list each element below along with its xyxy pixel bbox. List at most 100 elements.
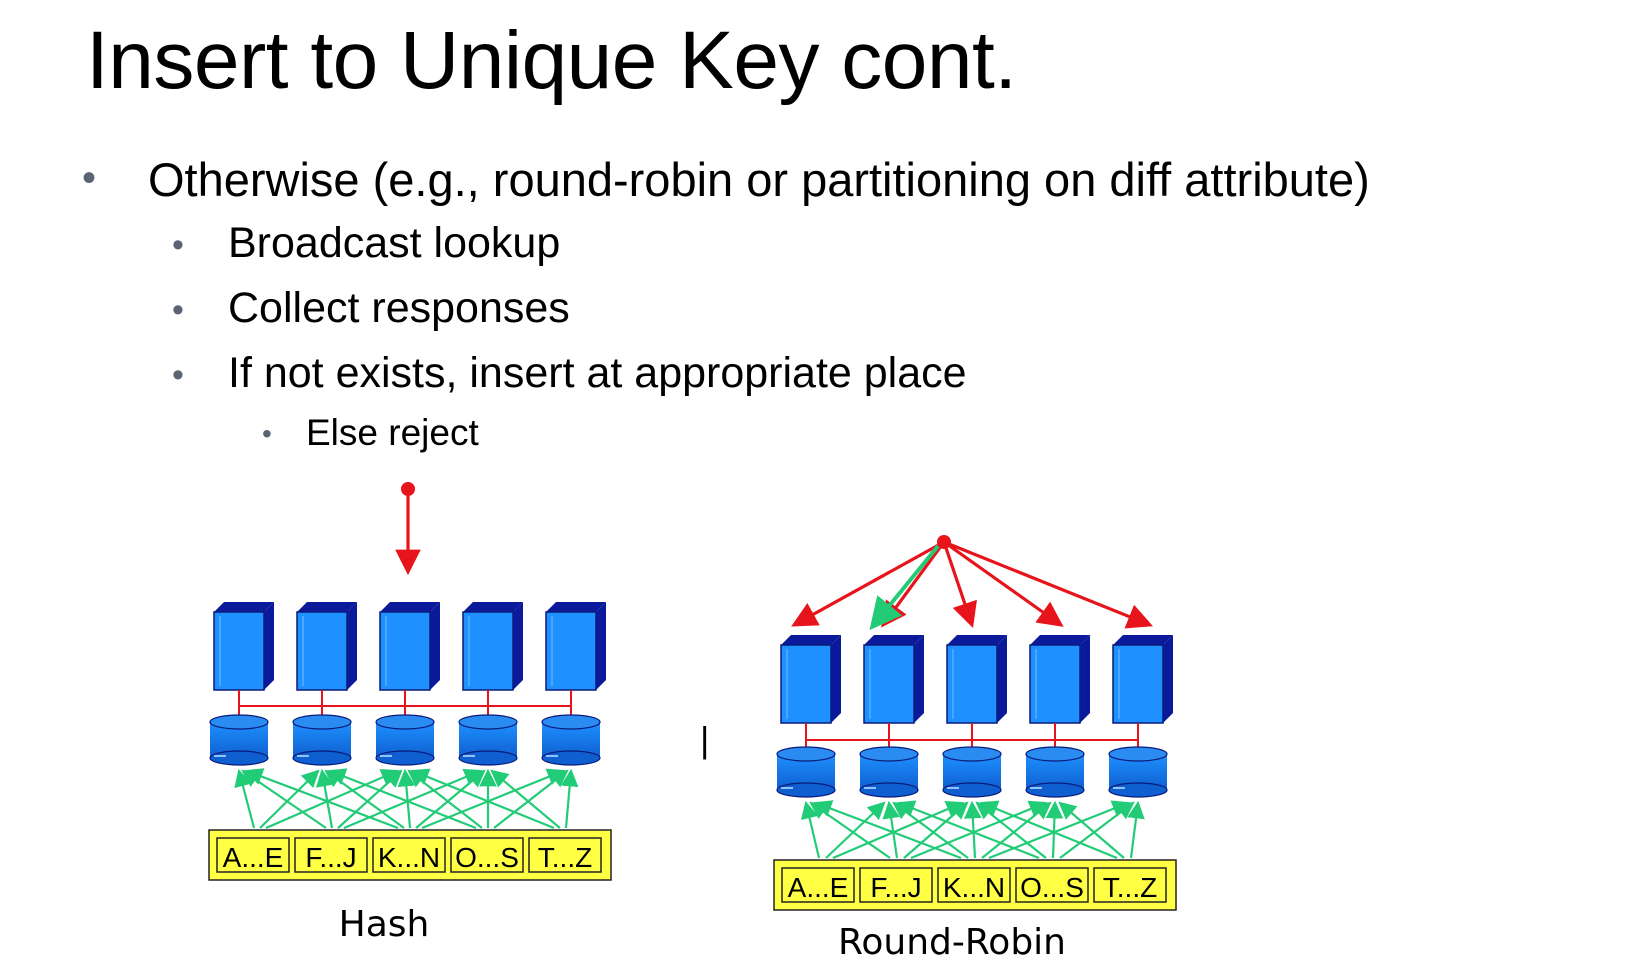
disk-top bbox=[209, 714, 269, 730]
broadcast-arrow bbox=[791, 540, 945, 627]
disk-bottom bbox=[776, 782, 836, 798]
broadcast-arrow bbox=[881, 541, 946, 628]
data-arrow bbox=[1127, 800, 1145, 859]
server-side bbox=[997, 635, 1007, 723]
broadcast-arrow bbox=[942, 541, 977, 629]
separator-mark: | bbox=[700, 719, 709, 760]
disk-top bbox=[458, 714, 518, 730]
disk-bottom bbox=[859, 782, 919, 798]
server-top bbox=[781, 635, 841, 645]
broadcast-arrow bbox=[943, 540, 1153, 629]
server-front bbox=[462, 611, 514, 691]
disk-top bbox=[776, 746, 836, 762]
disk-icon bbox=[776, 746, 836, 798]
data-arrow bbox=[1045, 800, 1064, 859]
response-arrow bbox=[869, 544, 940, 631]
server-top bbox=[463, 602, 523, 612]
range-label: F...J bbox=[870, 872, 921, 903]
server-side bbox=[596, 602, 606, 690]
data-arrow bbox=[813, 800, 962, 860]
server-top bbox=[947, 635, 1007, 645]
disk-bottom bbox=[458, 750, 518, 766]
hash-diagram: A...E F...J K...N O...S T...Z bbox=[208, 482, 612, 881]
range-label: K...N bbox=[943, 872, 1005, 903]
disk-icon bbox=[1108, 746, 1168, 798]
range-label: F...J bbox=[305, 842, 356, 873]
server-front bbox=[379, 611, 431, 691]
server-front bbox=[545, 611, 597, 691]
server-icon bbox=[863, 635, 924, 724]
disk-top bbox=[859, 746, 919, 762]
server-icon bbox=[213, 602, 274, 691]
server-top bbox=[546, 602, 606, 612]
server-icon bbox=[1112, 635, 1173, 724]
server-top bbox=[214, 602, 274, 612]
server-icon bbox=[296, 602, 357, 691]
disk-icon bbox=[292, 714, 352, 766]
server-side bbox=[513, 602, 523, 690]
server-side bbox=[1080, 635, 1090, 723]
disk-bottom bbox=[209, 750, 269, 766]
server-icon bbox=[379, 602, 440, 691]
range-label: A...E bbox=[223, 842, 284, 873]
server-top bbox=[380, 602, 440, 612]
data-arrow bbox=[327, 768, 477, 830]
range-label: T...Z bbox=[538, 842, 592, 873]
server-icon bbox=[946, 635, 1007, 724]
data-arrow bbox=[560, 768, 579, 829]
data-arrow bbox=[410, 768, 555, 830]
server-side bbox=[1163, 635, 1173, 723]
hash-caption: Hash bbox=[339, 904, 430, 945]
disk-icon bbox=[942, 746, 1002, 798]
data-arrow bbox=[415, 769, 486, 829]
partitioning-diagram: A...E F...J K...N O...S T...Z A...E F...J K...… bbox=[208, 482, 1177, 963]
disk-icon bbox=[209, 714, 269, 766]
range-label: T...Z bbox=[1103, 872, 1157, 903]
disk-bottom bbox=[541, 750, 601, 766]
disk-bottom bbox=[375, 750, 435, 766]
server-front bbox=[213, 611, 265, 691]
server-top bbox=[1113, 635, 1173, 645]
data-arrow bbox=[490, 769, 561, 829]
server-front bbox=[946, 644, 998, 724]
range-label: O...S bbox=[1020, 872, 1084, 903]
disk-icon bbox=[1025, 746, 1085, 798]
server-top bbox=[864, 635, 924, 645]
server-top bbox=[1030, 635, 1090, 645]
server-side bbox=[831, 635, 841, 723]
range-label: A...E bbox=[788, 872, 849, 903]
range-label: K...N bbox=[378, 842, 440, 873]
disk-top bbox=[942, 746, 1002, 762]
disk-icon bbox=[541, 714, 601, 766]
disk-bottom bbox=[1108, 782, 1168, 798]
disk-bottom bbox=[942, 782, 1002, 798]
server-top bbox=[297, 602, 357, 612]
server-icon bbox=[462, 602, 523, 691]
disk-top bbox=[375, 714, 435, 730]
disk-top bbox=[1108, 746, 1168, 762]
server-front bbox=[1029, 644, 1081, 724]
disk-icon bbox=[458, 714, 518, 766]
server-side bbox=[347, 602, 357, 690]
disk-top bbox=[1025, 746, 1085, 762]
disk-top bbox=[292, 714, 352, 730]
data-arrow bbox=[964, 800, 982, 859]
server-front bbox=[296, 611, 348, 691]
disk-bottom bbox=[292, 750, 352, 766]
server-front bbox=[863, 644, 915, 724]
disk-bottom bbox=[1025, 782, 1085, 798]
server-icon bbox=[1029, 635, 1090, 724]
server-side bbox=[264, 602, 274, 690]
server-front bbox=[1112, 644, 1164, 724]
round-robin-caption: Round-Robin bbox=[838, 922, 1066, 963]
disk-icon bbox=[859, 746, 919, 798]
data-arrow bbox=[800, 800, 821, 859]
data-arrow bbox=[234, 768, 256, 829]
server-side bbox=[430, 602, 440, 690]
data-arrow bbox=[421, 768, 566, 830]
data-arrow bbox=[896, 800, 1040, 860]
server-icon bbox=[545, 602, 606, 691]
disk-top bbox=[541, 714, 601, 730]
server-icon bbox=[780, 635, 841, 724]
range-label: O...S bbox=[455, 842, 519, 873]
